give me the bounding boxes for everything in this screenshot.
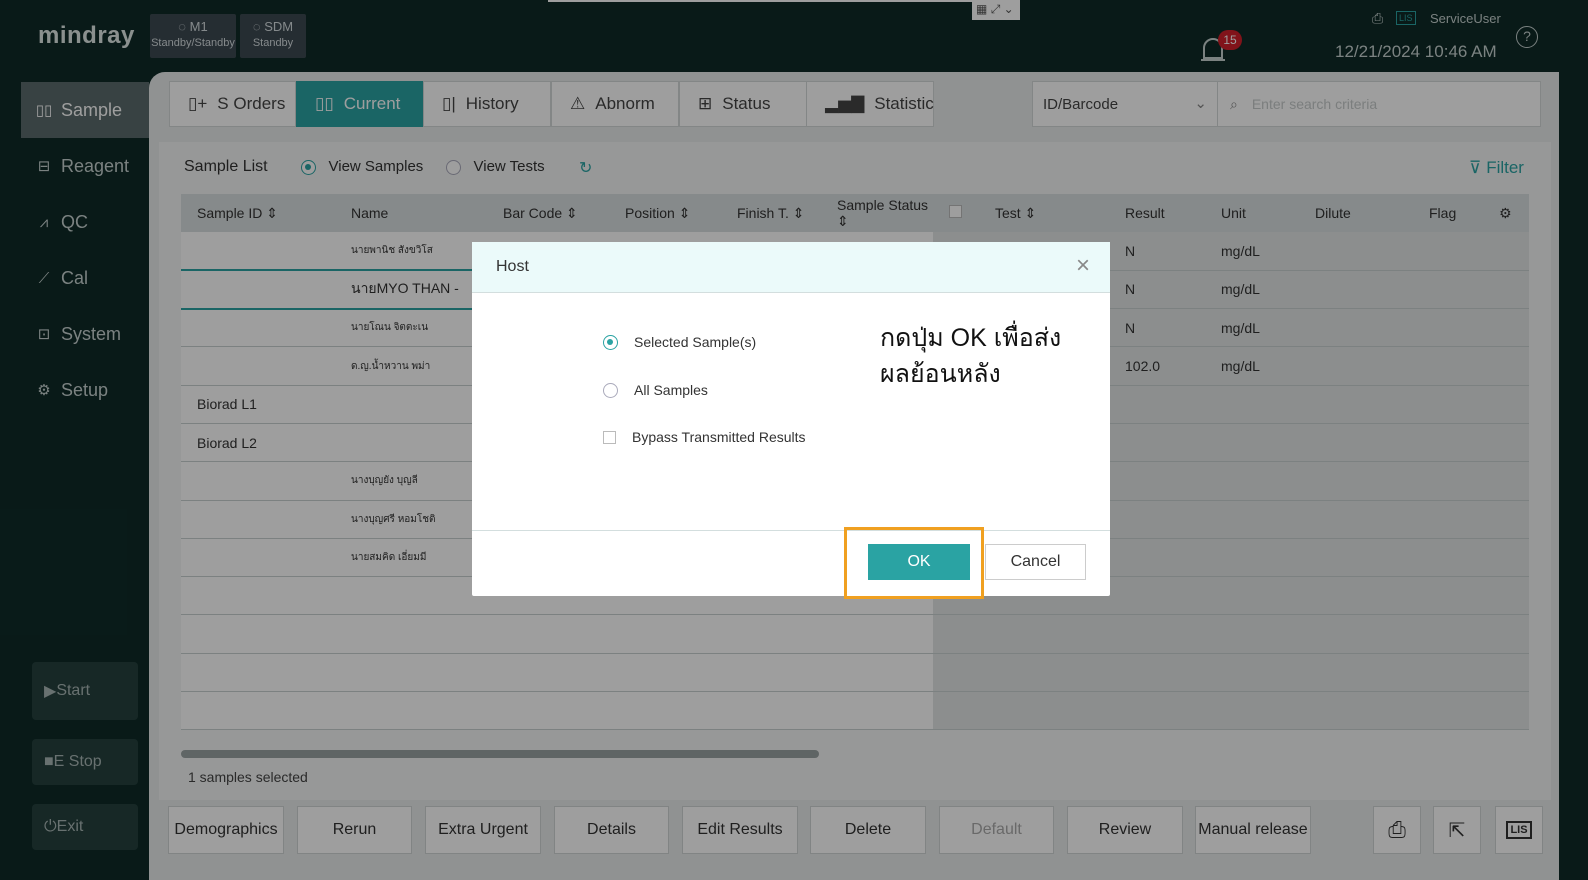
bypass-transmitted-checkbox[interactable]: Bypass Transmitted Results [603,429,806,445]
selected-samples-radio[interactable]: Selected Sample(s) [603,334,756,350]
radio-unselected-icon [603,382,618,398]
dialog-title: Host [496,258,529,275]
ok-highlight-box [844,527,984,599]
analyzer-app: mindray ◌ M1 Standby/Standby ◌ SDM Stand… [0,0,1588,880]
option-label: All Samples [634,382,708,398]
dialog-footer-divider [472,530,1110,531]
instruction-annotation: กดปุ่ม OK เพื่อส่ง ผลย้อนหลัง [880,320,1061,392]
checkbox-icon [603,430,616,444]
radio-selected-icon [603,334,618,350]
close-icon[interactable]: × [1076,254,1090,278]
annotation-line: ผลย้อนหลัง [880,360,1001,388]
dialog-header: Host [472,242,1110,293]
option-label: Selected Sample(s) [634,334,757,350]
cancel-button[interactable]: Cancel [985,544,1086,580]
host-dialog: Host × Selected Sample(s) All Samples By… [472,242,1110,596]
checkbox-label: Bypass Transmitted Results [632,429,806,445]
annotation-line: กดปุ่ม OK เพื่อส่ง [880,324,1062,352]
all-samples-radio[interactable]: All Samples [603,382,708,398]
